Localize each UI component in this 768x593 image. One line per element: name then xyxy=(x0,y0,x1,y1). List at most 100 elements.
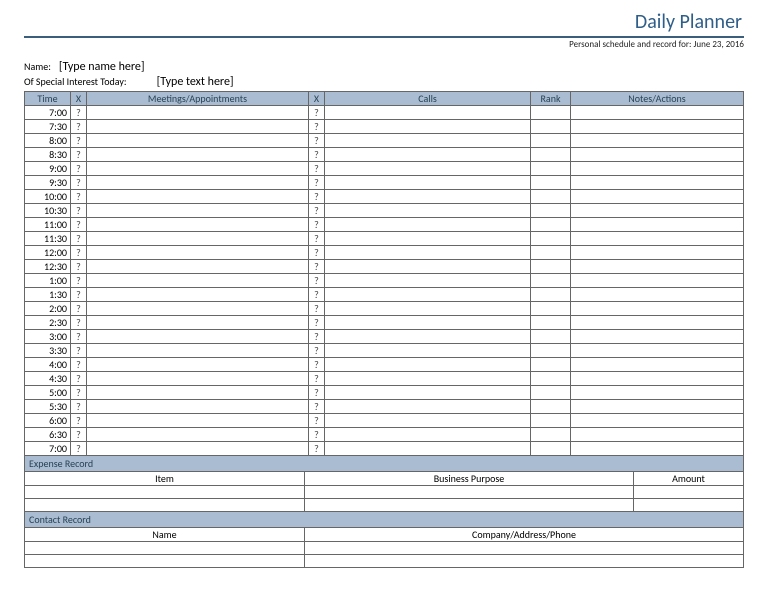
calls-cell[interactable] xyxy=(325,316,531,330)
x1-cell[interactable]: ? xyxy=(71,386,87,400)
notes-cell[interactable] xyxy=(571,386,744,400)
notes-cell[interactable] xyxy=(571,260,744,274)
meetings-cell[interactable] xyxy=(87,218,309,232)
x1-cell[interactable]: ? xyxy=(71,442,87,456)
notes-cell[interactable] xyxy=(571,274,744,288)
x2-cell[interactable]: ? xyxy=(309,428,325,442)
x1-cell[interactable]: ? xyxy=(71,316,87,330)
calls-cell[interactable] xyxy=(325,246,531,260)
x2-cell[interactable]: ? xyxy=(309,372,325,386)
calls-cell[interactable] xyxy=(325,232,531,246)
meetings-cell[interactable] xyxy=(87,428,309,442)
contact-name-cell[interactable] xyxy=(25,555,305,568)
calls-cell[interactable] xyxy=(325,288,531,302)
meetings-cell[interactable] xyxy=(87,274,309,288)
calls-cell[interactable] xyxy=(325,442,531,456)
calls-cell[interactable] xyxy=(325,414,531,428)
contact-name-cell[interactable] xyxy=(25,542,305,555)
expense-purpose-cell[interactable] xyxy=(305,499,634,512)
rank-cell[interactable] xyxy=(531,386,571,400)
rank-cell[interactable] xyxy=(531,414,571,428)
calls-cell[interactable] xyxy=(325,330,531,344)
calls-cell[interactable] xyxy=(325,204,531,218)
meetings-cell[interactable] xyxy=(87,330,309,344)
meetings-cell[interactable] xyxy=(87,358,309,372)
calls-cell[interactable] xyxy=(325,358,531,372)
notes-cell[interactable] xyxy=(571,106,744,120)
notes-cell[interactable] xyxy=(571,246,744,260)
notes-cell[interactable] xyxy=(571,358,744,372)
x2-cell[interactable]: ? xyxy=(309,176,325,190)
x2-cell[interactable]: ? xyxy=(309,442,325,456)
x1-cell[interactable]: ? xyxy=(71,148,87,162)
rank-cell[interactable] xyxy=(531,330,571,344)
meetings-cell[interactable] xyxy=(87,204,309,218)
x2-cell[interactable]: ? xyxy=(309,232,325,246)
x1-cell[interactable]: ? xyxy=(71,414,87,428)
x2-cell[interactable]: ? xyxy=(309,400,325,414)
rank-cell[interactable] xyxy=(531,176,571,190)
notes-cell[interactable] xyxy=(571,428,744,442)
x1-cell[interactable]: ? xyxy=(71,358,87,372)
x2-cell[interactable]: ? xyxy=(309,148,325,162)
notes-cell[interactable] xyxy=(571,204,744,218)
calls-cell[interactable] xyxy=(325,372,531,386)
meetings-cell[interactable] xyxy=(87,232,309,246)
meetings-cell[interactable] xyxy=(87,246,309,260)
calls-cell[interactable] xyxy=(325,400,531,414)
x2-cell[interactable]: ? xyxy=(309,162,325,176)
rank-cell[interactable] xyxy=(531,246,571,260)
rank-cell[interactable] xyxy=(531,302,571,316)
calls-cell[interactable] xyxy=(325,148,531,162)
x1-cell[interactable]: ? xyxy=(71,176,87,190)
name-value[interactable]: [Type name here] xyxy=(59,60,145,74)
expense-item-cell[interactable] xyxy=(25,486,305,499)
calls-cell[interactable] xyxy=(325,134,531,148)
meetings-cell[interactable] xyxy=(87,344,309,358)
calls-cell[interactable] xyxy=(325,120,531,134)
meetings-cell[interactable] xyxy=(87,302,309,316)
meetings-cell[interactable] xyxy=(87,400,309,414)
x1-cell[interactable]: ? xyxy=(71,246,87,260)
x2-cell[interactable]: ? xyxy=(309,260,325,274)
calls-cell[interactable] xyxy=(325,218,531,232)
contact-company-cell[interactable] xyxy=(305,542,744,555)
x2-cell[interactable]: ? xyxy=(309,246,325,260)
x2-cell[interactable]: ? xyxy=(309,386,325,400)
meetings-cell[interactable] xyxy=(87,162,309,176)
x2-cell[interactable]: ? xyxy=(309,106,325,120)
x2-cell[interactable]: ? xyxy=(309,134,325,148)
x1-cell[interactable]: ? xyxy=(71,218,87,232)
x2-cell[interactable]: ? xyxy=(309,302,325,316)
rank-cell[interactable] xyxy=(531,218,571,232)
rank-cell[interactable] xyxy=(531,288,571,302)
expense-item-cell[interactable] xyxy=(25,499,305,512)
x2-cell[interactable]: ? xyxy=(309,190,325,204)
x1-cell[interactable]: ? xyxy=(71,274,87,288)
meetings-cell[interactable] xyxy=(87,190,309,204)
x2-cell[interactable]: ? xyxy=(309,316,325,330)
x1-cell[interactable]: ? xyxy=(71,330,87,344)
contact-company-cell[interactable] xyxy=(305,555,744,568)
calls-cell[interactable] xyxy=(325,162,531,176)
x1-cell[interactable]: ? xyxy=(71,106,87,120)
x2-cell[interactable]: ? xyxy=(309,414,325,428)
notes-cell[interactable] xyxy=(571,232,744,246)
rank-cell[interactable] xyxy=(531,344,571,358)
x1-cell[interactable]: ? xyxy=(71,302,87,316)
meetings-cell[interactable] xyxy=(87,106,309,120)
notes-cell[interactable] xyxy=(571,442,744,456)
x1-cell[interactable]: ? xyxy=(71,204,87,218)
rank-cell[interactable] xyxy=(531,134,571,148)
calls-cell[interactable] xyxy=(325,428,531,442)
x1-cell[interactable]: ? xyxy=(71,260,87,274)
calls-cell[interactable] xyxy=(325,274,531,288)
meetings-cell[interactable] xyxy=(87,442,309,456)
rank-cell[interactable] xyxy=(531,316,571,330)
expense-purpose-cell[interactable] xyxy=(305,486,634,499)
meetings-cell[interactable] xyxy=(87,316,309,330)
interest-value[interactable]: [Type text here] xyxy=(157,75,234,89)
rank-cell[interactable] xyxy=(531,260,571,274)
x1-cell[interactable]: ? xyxy=(71,344,87,358)
meetings-cell[interactable] xyxy=(87,148,309,162)
